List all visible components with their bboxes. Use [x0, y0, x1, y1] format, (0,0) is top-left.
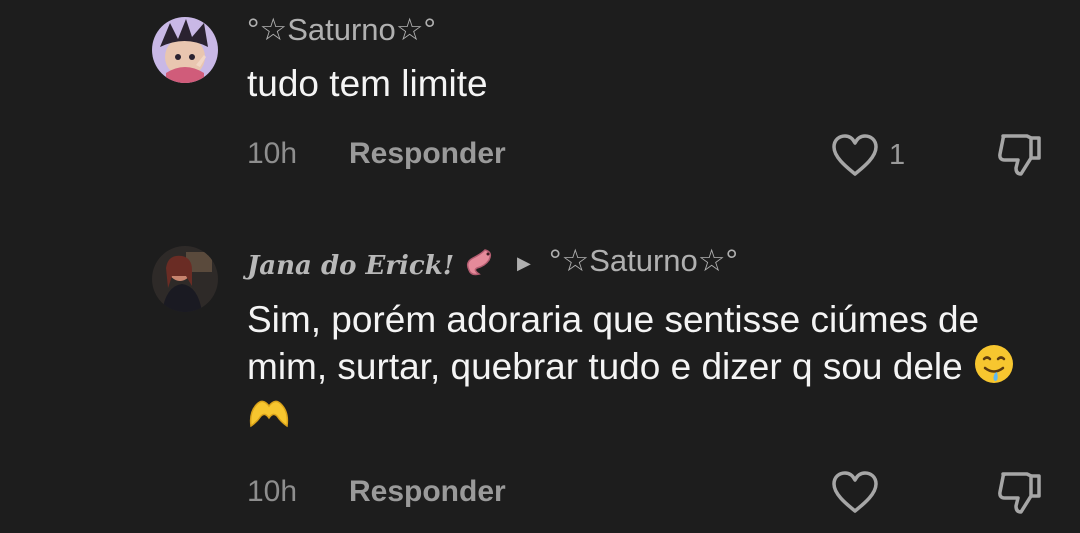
reply-button[interactable]: Responder	[349, 474, 506, 510]
like-button[interactable]	[830, 133, 880, 177]
heart-outline-icon	[832, 471, 878, 513]
like-button[interactable]	[830, 470, 880, 514]
heart-outline-icon	[832, 134, 878, 176]
comment-text: tudo tem limite	[247, 63, 488, 104]
comment-text: Sim, porém adoraria que sentisse ciúmes …	[247, 297, 1057, 437]
comment-text-content: Sim, porém adoraria que sentisse ciúmes …	[247, 299, 980, 387]
thumbs-down-icon	[998, 472, 1041, 514]
worm-emoji-icon	[467, 249, 492, 276]
comment-timestamp: 10h	[247, 475, 298, 508]
comment-username[interactable]: °☆Saturno☆°	[247, 12, 436, 48]
comment-timestamp: 10h	[247, 137, 298, 170]
avatar[interactable]	[152, 17, 218, 83]
like-count: 1	[889, 139, 906, 171]
avatar[interactable]	[152, 246, 218, 312]
comments-panel: °☆Saturno☆° tudo tem limite 10h Responde…	[0, 0, 1080, 533]
drooling-face-emoji-icon	[974, 345, 1013, 383]
reply-button[interactable]: Responder	[349, 136, 506, 172]
reply-to-username[interactable]: °☆Saturno☆°	[549, 243, 738, 279]
dislike-button[interactable]	[995, 130, 1043, 178]
heart-hands-emoji-icon	[249, 400, 289, 428]
username-text: Jana do Erick!	[247, 251, 455, 281]
thumbs-down-icon	[998, 134, 1041, 176]
triangle-right-icon: ▶	[517, 253, 531, 273]
comment-username[interactable]: Jana do Erick!	[247, 246, 495, 284]
dislike-button[interactable]	[995, 468, 1043, 516]
